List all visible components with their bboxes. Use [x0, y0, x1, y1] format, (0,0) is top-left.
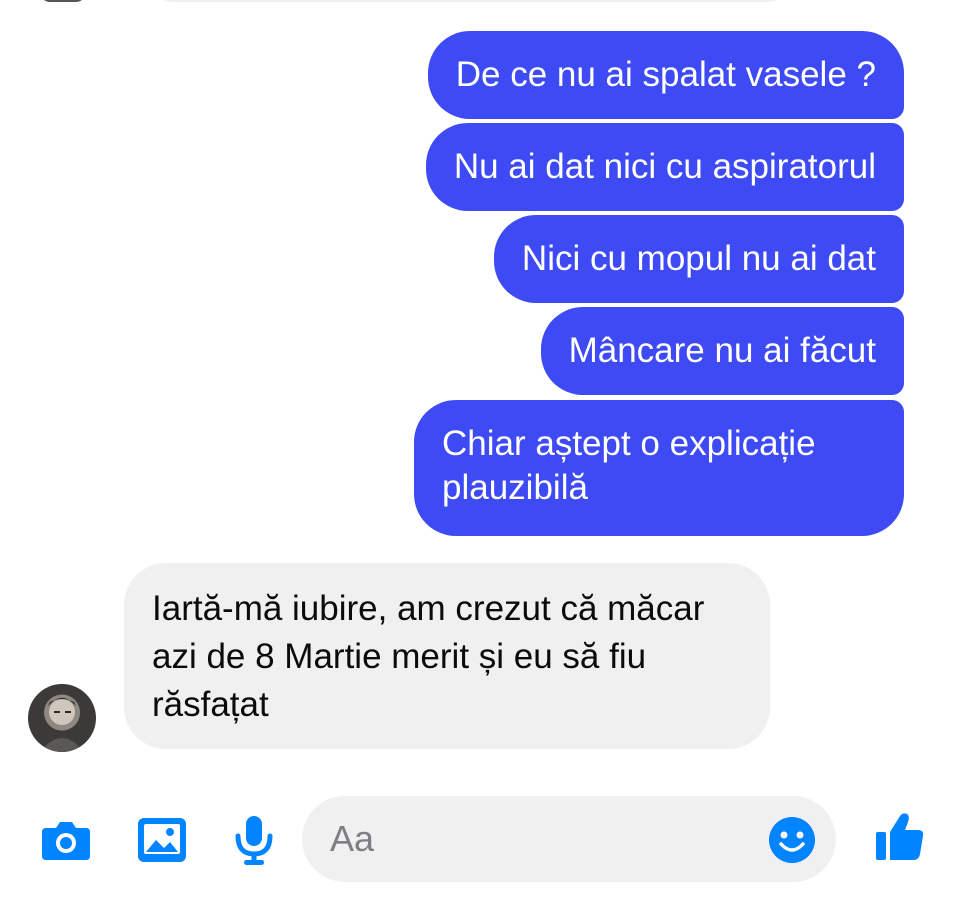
chat-screen: De ce nu ai spalat vasele ? Nu ai dat ni…	[0, 0, 960, 898]
previous-message-bubble	[150, 0, 790, 2]
image-icon[interactable]	[134, 812, 190, 868]
message-input[interactable]: Aa	[302, 796, 836, 882]
message-text: Iartă-mă iubire, am crezut că măcar azi …	[152, 589, 705, 724]
outgoing-message[interactable]: Nici cu mopul nu ai dat	[493, 215, 904, 303]
outgoing-message[interactable]: De ce nu ai spalat vasele ?	[427, 31, 904, 119]
message-text: Chiar aștept o explicație plauzibilă	[442, 424, 816, 507]
previous-avatar	[40, 0, 86, 2]
message-input-placeholder: Aa	[330, 818, 375, 859]
emoji-icon[interactable]	[768, 816, 816, 864]
microphone-icon[interactable]	[226, 812, 282, 868]
contact-avatar[interactable]	[28, 684, 96, 752]
incoming-message[interactable]: Iartă-mă iubire, am crezut că măcar azi …	[124, 563, 770, 749]
message-text: Nu ai dat nici cu aspiratorul	[453, 147, 876, 186]
outgoing-message[interactable]: Nu ai dat nici cu aspiratorul	[425, 123, 904, 211]
outgoing-message[interactable]: Chiar aștept o explicație plauzibilă	[414, 400, 904, 536]
thumbs-up-icon[interactable]	[872, 808, 928, 864]
message-text: Nici cu mopul nu ai dat	[521, 239, 876, 278]
camera-icon[interactable]	[38, 812, 94, 868]
message-text: De ce nu ai spalat vasele ?	[455, 55, 876, 94]
message-text: Mâncare nu ai făcut	[568, 331, 876, 370]
outgoing-message[interactable]: Mâncare nu ai făcut	[540, 307, 904, 395]
message-composer: Aa	[0, 790, 960, 890]
